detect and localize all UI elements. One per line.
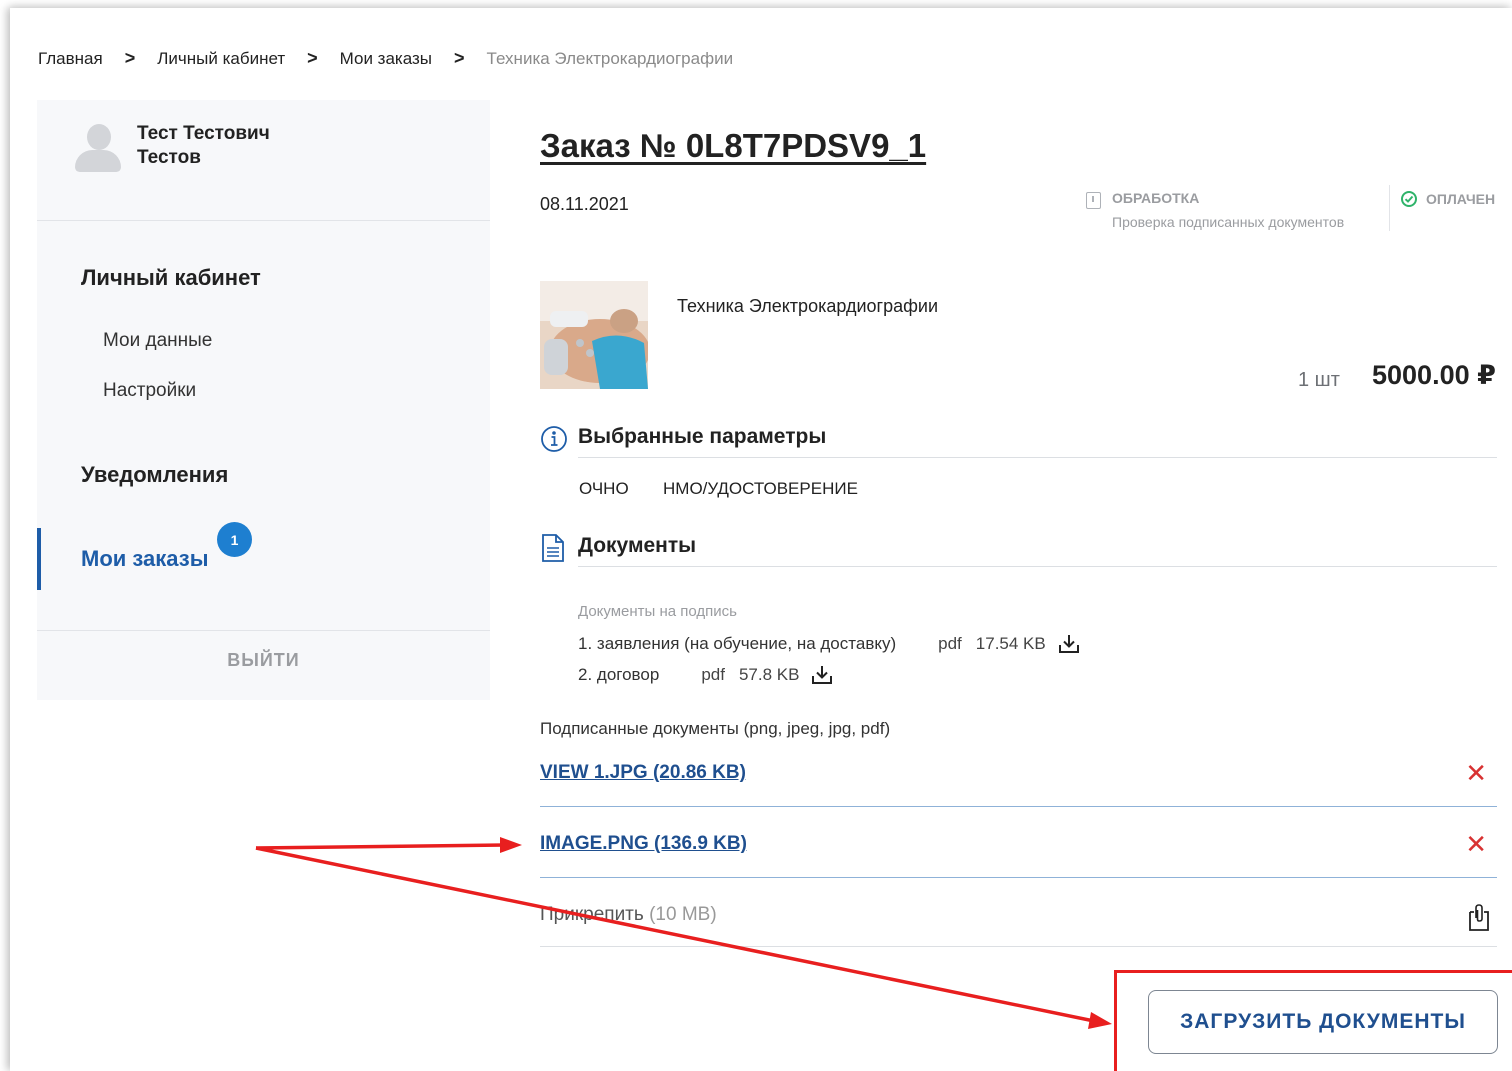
annotation-arrows	[255, 837, 1112, 1029]
